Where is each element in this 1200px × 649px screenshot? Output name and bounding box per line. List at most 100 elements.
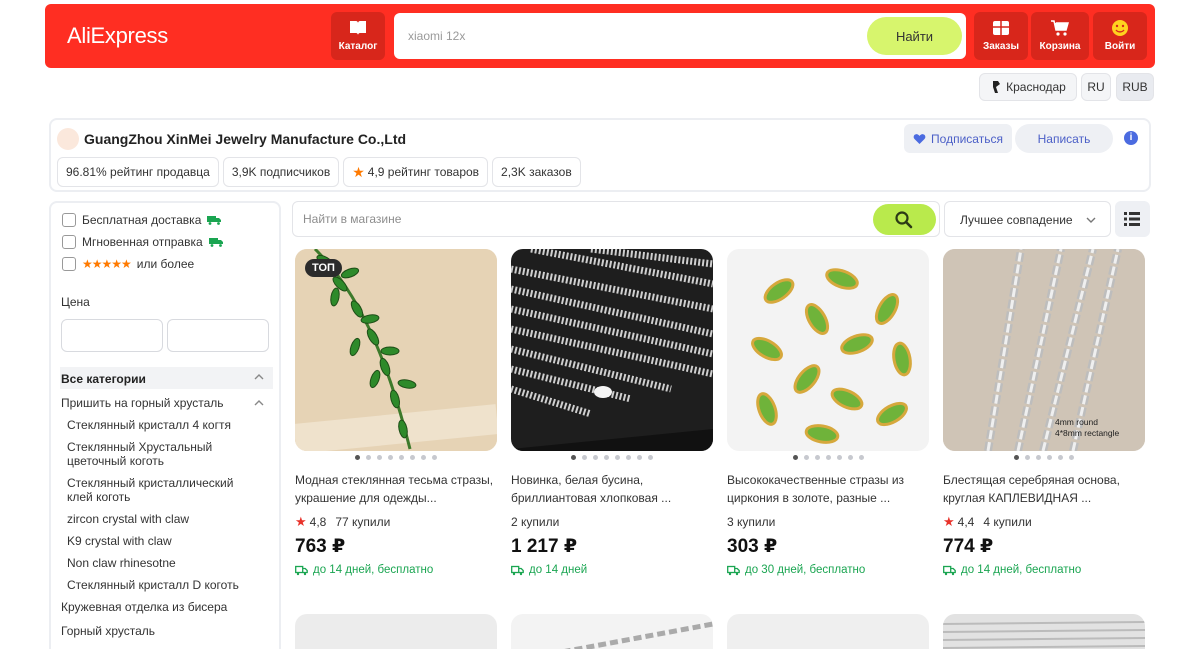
currency-selector[interactable]: RUB [1116,73,1154,101]
product-card[interactable]: 4mm round 4*8mm rectangle Блестящая сере… [943,249,1145,576]
carousel-dot[interactable] [355,455,360,460]
all-categories[interactable]: Все категории [60,367,273,389]
rating-filter[interactable]: ★★★★★ или более [62,257,194,271]
instant-dispatch-checkbox[interactable] [62,235,76,249]
free-delivery-filter[interactable]: Бесплатная доставка [62,213,222,227]
list-view-toggle[interactable] [1115,201,1150,237]
delivery-info: до 14 дней [511,564,713,576]
product-image-next[interactable] [727,614,929,649]
carousel-dot[interactable] [604,455,609,460]
carousel-dot[interactable] [571,455,576,460]
product-card[interactable]: Высококачественные стразы из циркония в … [727,249,929,576]
carousel-dot[interactable] [825,455,831,460]
catalog-button[interactable]: Каталог [331,12,385,60]
carousel-dot[interactable] [1014,455,1019,460]
info-icon[interactable]: i [1124,131,1138,145]
carousel-dot[interactable] [366,455,371,460]
category-item[interactable]: Горный хрусталь [61,624,273,638]
orders-button[interactable]: Заказы [974,12,1028,60]
product-image-next[interactable] [295,614,497,649]
rating-value: 4,4 [957,515,975,529]
store-name[interactable]: GuangZhou XinMei Jewelry Manufacture Co.… [84,131,406,147]
carousel-dot[interactable] [1025,455,1030,460]
carousel-dot[interactable] [803,455,809,460]
sort-dropdown[interactable]: Лучшее совпадение [944,201,1111,237]
sold-count: 77 купили [335,515,391,529]
image-carousel-dots [943,455,1145,463]
carousel-dot[interactable] [582,455,587,460]
subscribe-button[interactable]: Подписаться [904,124,1012,153]
list-icon [1124,212,1140,226]
subcategory-item[interactable]: Non claw rhinesotne [67,556,257,570]
product-rating-chip: ★ 4,9 рейтинг товаров [343,157,489,187]
login-button[interactable]: Войти [1093,12,1147,60]
product-image[interactable] [727,249,929,451]
product-image-next[interactable] [943,614,1145,649]
subcategory-item[interactable]: Стеклянный кристаллический клей коготь [67,476,257,504]
carousel-dot[interactable] [388,455,393,460]
carousel-dot[interactable] [615,455,620,460]
carousel-dot[interactable] [432,455,437,460]
product-card[interactable]: Новинка, белая бусина, бриллиантовая хло… [511,249,713,576]
carousel-dot[interactable] [593,455,598,460]
carousel-dot[interactable] [792,455,798,460]
carousel-dot[interactable] [1058,455,1063,460]
city-selector[interactable]: Краснодар [979,73,1077,101]
shop-search-button[interactable] [873,204,936,235]
cart-button[interactable]: Корзина [1031,12,1089,60]
price-max-input[interactable] [167,319,269,352]
carousel-dot[interactable] [648,455,653,460]
language-selector[interactable]: RU [1081,73,1111,101]
product-image[interactable]: 4mm round 4*8mm rectangle [943,249,1145,451]
product-rating: ★ 4,8 77 купили [295,514,497,530]
product-title[interactable]: Блестящая серебряная основа, круглая КАП… [943,471,1145,507]
product-image-next[interactable] [511,614,713,649]
delivery-truck-icon [943,565,956,575]
product-image[interactable] [511,249,713,451]
shop-search-input[interactable] [303,212,803,226]
cart-label: Корзина [1039,41,1081,52]
image-caption: 4mm round [1055,417,1098,427]
carousel-dot[interactable] [836,455,842,460]
carousel-dot[interactable] [626,455,631,460]
delivery-text: до 14 дней, бесплатно [313,564,434,576]
all-categories-label: Все категории [61,372,146,386]
sold-count: 4 купили [983,515,1032,529]
carousel-dot[interactable] [858,455,864,460]
carousel-dot[interactable] [1047,455,1052,460]
carousel-dot[interactable] [1036,455,1041,460]
subcategory-item[interactable]: zircon crystal with claw [67,512,257,526]
subcategory-item[interactable]: Стеклянный кристалл 4 когтя [67,418,257,432]
category-item[interactable]: Кружевная отделка из бисера [61,600,273,614]
carousel-dot[interactable] [847,455,853,460]
category-parent[interactable]: Пришить на горный хрусталь [61,396,273,410]
product-title[interactable]: Новинка, белая бусина, бриллиантовая хло… [511,471,713,507]
product-rating: ★ 4,4 4 купили [943,514,1145,530]
instant-dispatch-label: Мгновенная отправка [82,235,203,249]
search-input[interactable] [408,27,848,45]
carousel-dot[interactable] [410,455,415,460]
free-delivery-checkbox[interactable] [62,213,76,227]
aliexpress-logo[interactable]: AliExpress [67,23,168,49]
carousel-dot[interactable] [1069,455,1074,460]
subcategory-item[interactable]: K9 crystal with claw [67,534,257,548]
store-logo[interactable] [57,128,79,150]
carousel-dot[interactable] [637,455,642,460]
search-button[interactable]: Найти [867,17,962,55]
instant-dispatch-filter[interactable]: Мгновенная отправка [62,235,224,249]
image-carousel-dots [295,455,497,463]
carousel-dot[interactable] [399,455,404,460]
rating-checkbox[interactable] [62,257,76,271]
carousel-dot[interactable] [421,455,426,460]
product-title[interactable]: Высококачественные стразы из циркония в … [727,471,929,507]
top-header: AliExpress Каталог Найти Заказы Корзина … [45,4,1155,68]
carousel-dot[interactable] [377,455,382,460]
product-card[interactable]: ТОП Модная стеклянная тесьма стразы, укр… [295,249,497,576]
message-button[interactable]: Написать [1015,124,1113,153]
price-min-input[interactable] [61,319,163,352]
subcategory-item[interactable]: Стеклянный кристалл D коготь [67,578,257,592]
subcategory-item[interactable]: Стеклянный Хрустальный цветочный коготь [67,440,227,468]
carousel-dot[interactable] [814,455,820,460]
product-image[interactable]: ТОП [295,249,497,451]
product-title[interactable]: Модная стеклянная тесьма стразы, украшен… [295,471,497,507]
